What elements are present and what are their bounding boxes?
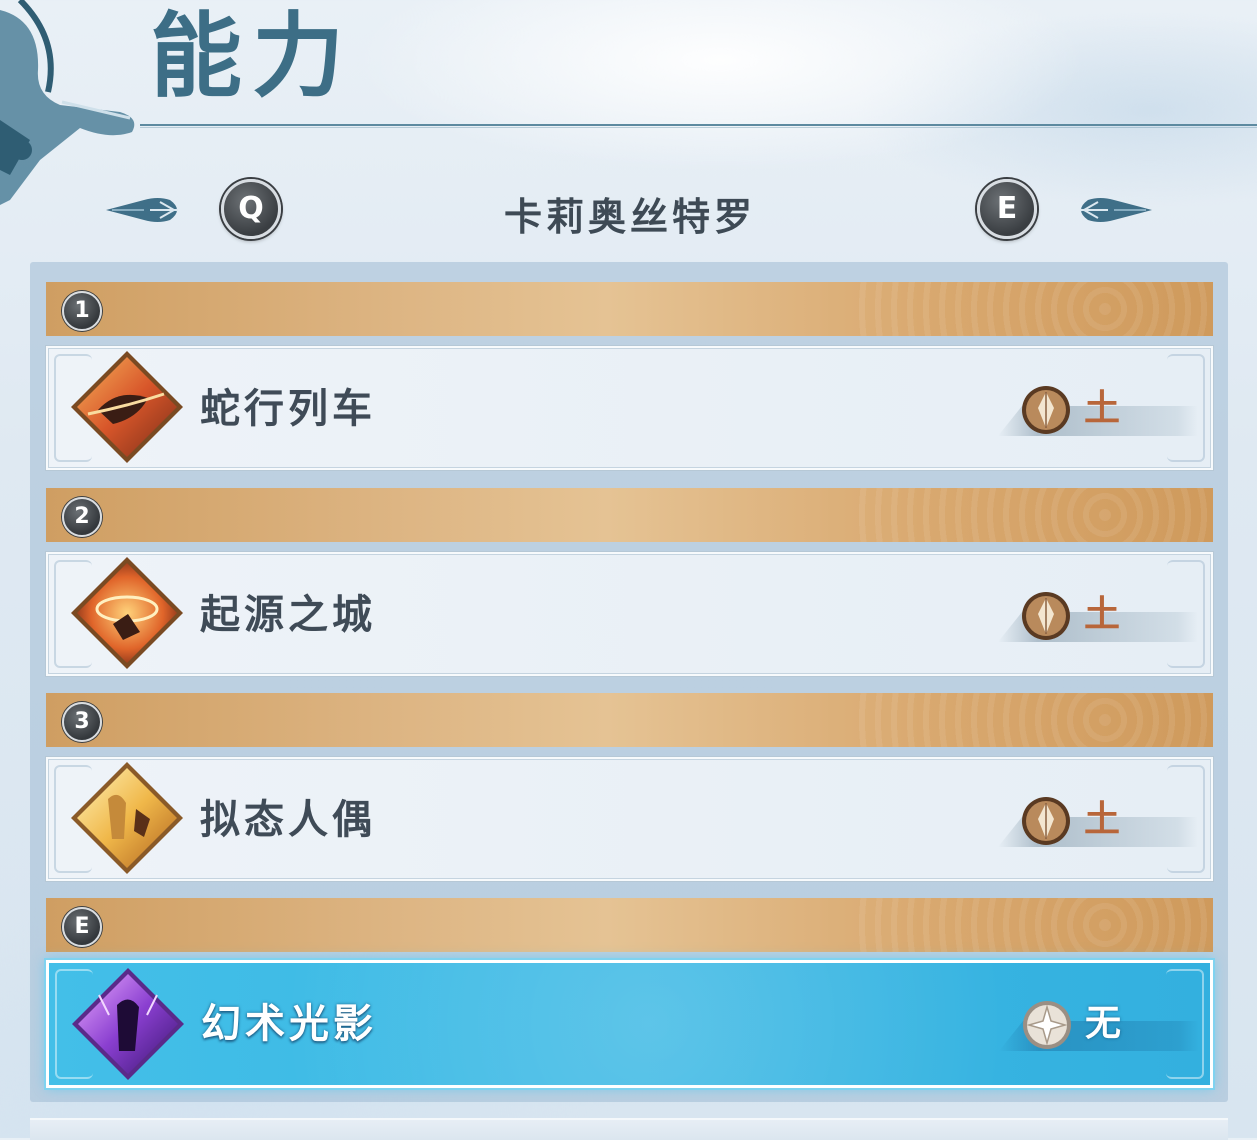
next-row-partial [30,1118,1228,1140]
slot-header-3: 3 [46,693,1213,747]
slot-header-2: 2 [46,488,1213,542]
slot-number-badge: 2 [62,497,102,537]
element-label: 土 [1084,388,1121,429]
ability-row-e[interactable]: 幻术光影 无 [46,960,1213,1088]
ability-mimic-doll-icon [71,762,183,874]
prev-character-arrow-icon[interactable] [104,190,186,230]
next-character-arrow-icon[interactable] [1072,190,1154,230]
slot-number-badge: 3 [62,702,102,742]
slot-number-badge: 1 [62,291,102,331]
ability-name: 幻术光影 [201,1001,377,1047]
ability-origin-city-icon [71,557,183,669]
character-name: 卡莉奥丝特罗 [503,195,756,239]
earth-crystal-icon [1022,386,1070,434]
ability-snake-train-icon [71,351,183,463]
slot-header-1: 1 [46,282,1213,336]
ability-name: 拟态人偶 [200,797,376,843]
neutral-star-icon [1023,1001,1071,1049]
slot-number-badge: E [62,907,102,947]
ability-row-3[interactable]: 拟态人偶 土 [46,757,1213,881]
header-divider [140,124,1257,128]
ability-illusion-light-icon [72,968,184,1080]
ability-name: 蛇行列车 [200,386,376,432]
corner-ornament-icon [0,0,135,205]
element-label: 土 [1084,594,1121,635]
element-label: 无 [1085,1003,1122,1044]
page-title: 能力 [150,3,355,110]
ability-row-2[interactable]: 起源之城 土 [46,552,1213,676]
prev-character-key-q[interactable]: Q [221,179,281,239]
earth-crystal-icon [1022,797,1070,845]
slot-header-e: E [46,898,1213,952]
next-character-key-e[interactable]: E [977,179,1037,239]
element-label: 土 [1084,799,1121,840]
ability-row-1[interactable]: 蛇行列车 土 [46,346,1213,470]
ability-name: 起源之城 [200,592,376,638]
earth-crystal-icon [1022,592,1070,640]
